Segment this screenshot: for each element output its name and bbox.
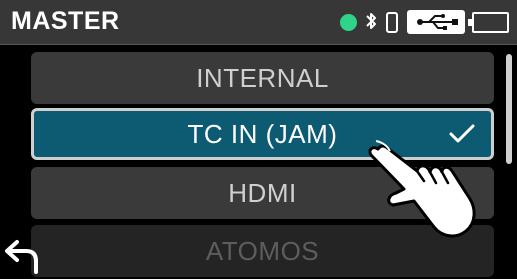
phone-icon	[386, 11, 398, 33]
header-bar: MASTER	[0, 0, 517, 45]
option-label: ATOMOS	[205, 236, 320, 266]
scrollbar[interactable]	[506, 54, 512, 164]
page-title: MASTER	[11, 7, 120, 35]
usb-icon	[407, 10, 465, 34]
bluetooth-icon	[366, 13, 376, 29]
option-label: TC IN (JAM)	[187, 119, 338, 149]
option-internal[interactable]: INTERNAL	[31, 52, 494, 104]
master-screen: MASTER INTERNAL TC IN (JAM) HDMI ATOMOS	[0, 0, 517, 279]
option-label: INTERNAL	[196, 63, 329, 93]
battery-icon	[468, 11, 509, 33]
status-area	[340, 7, 509, 37]
option-label: HDMI	[228, 178, 297, 208]
connection-status-icon	[340, 13, 357, 31]
tap-hand-icon	[368, 140, 476, 238]
back-arrow-icon[interactable]	[4, 238, 42, 274]
